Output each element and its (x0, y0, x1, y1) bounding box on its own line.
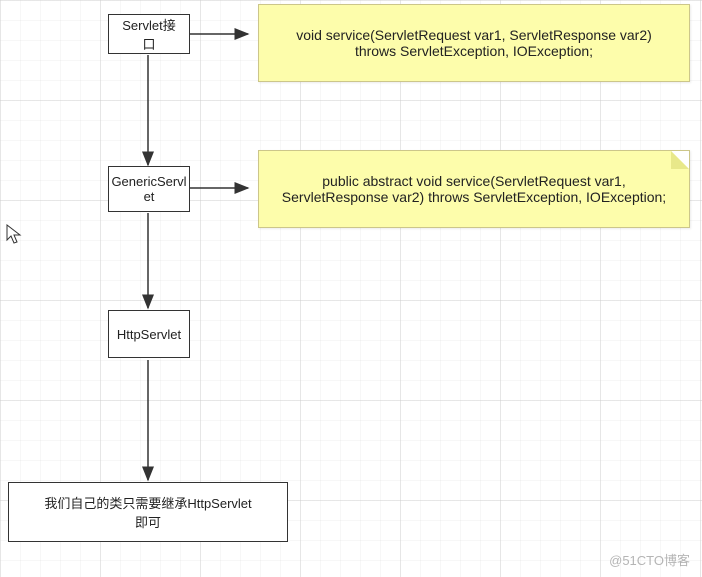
note-generic-service[interactable]: public abstract void service(ServletRequ… (258, 150, 690, 228)
node-label: Servlet接口 (119, 15, 179, 53)
node-label: 我们自己的类只需要继承HttpServlet 即可 (44, 493, 251, 531)
node-http-servlet[interactable]: HttpServlet (108, 310, 190, 358)
node-servlet-interface[interactable]: Servlet接口 (108, 14, 190, 54)
watermark-text: @51CTO博客 (609, 550, 690, 569)
node-generic-servlet[interactable]: GenericServl et (108, 166, 190, 212)
note-servlet-service[interactable]: void service(ServletRequest var1, Servle… (258, 4, 690, 82)
node-own-class[interactable]: 我们自己的类只需要继承HttpServlet 即可 (8, 482, 288, 542)
note-text: void service(ServletRequest var1, Servle… (277, 27, 671, 59)
node-label: HttpServlet (117, 327, 181, 342)
note-text: public abstract void service(ServletRequ… (277, 173, 671, 205)
cursor-icon (6, 224, 22, 246)
node-label: GenericServl et (111, 174, 186, 204)
